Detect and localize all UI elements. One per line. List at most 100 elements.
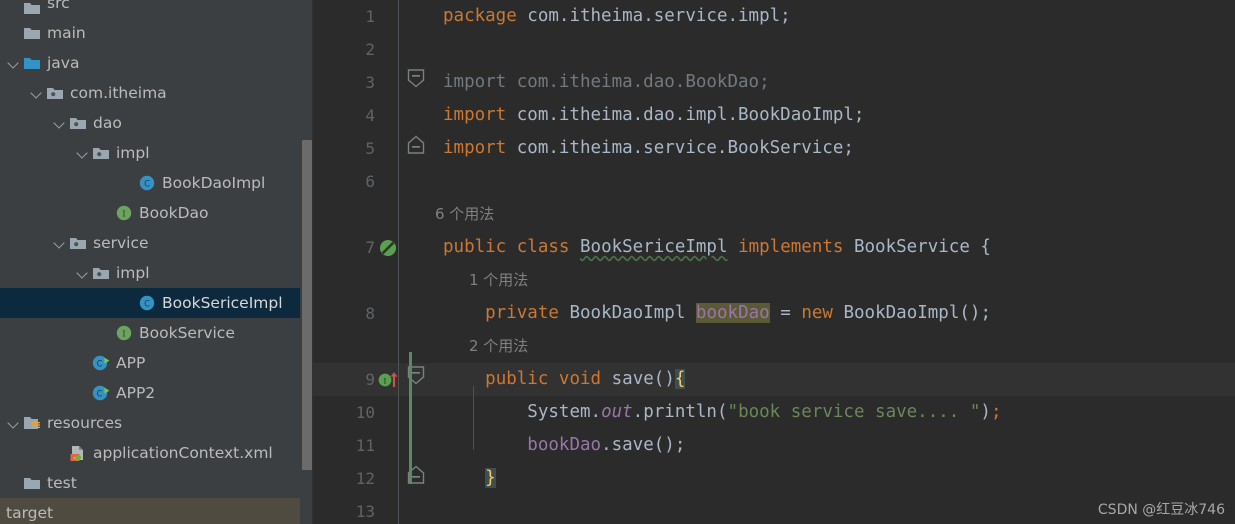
project-tree[interactable]: src main java com.itheima dao impl C BookDaoImp…: [0, 0, 313, 524]
tree-item-app[interactable]: C APP: [0, 348, 313, 378]
chevron-down-icon[interactable]: [52, 235, 68, 251]
tree-item-target[interactable]: target: [0, 498, 313, 524]
chevron-down-icon[interactable]: [6, 415, 22, 431]
gutter-line-7[interactable]: 7: [313, 231, 405, 264]
fold-marker-end[interactable]: [405, 132, 435, 165]
implementing-method-icon[interactable]: I: [377, 369, 403, 391]
project-tree-panel[interactable]: src main java com.itheima dao impl C BookDaoImp…: [0, 0, 313, 524]
gutter-line-1[interactable]: 1: [313, 0, 405, 33]
chevron-down-icon[interactable]: [75, 145, 91, 161]
editor-line-11[interactable]: 11 bookDao.save();: [313, 429, 1235, 462]
fold-marker-none: [405, 231, 435, 264]
code-editor[interactable]: 1 package com.itheima.service.impl; 2 3 impo…: [313, 0, 1235, 524]
gutter-line-11[interactable]: 11: [313, 429, 405, 462]
line-number: 3: [365, 73, 375, 92]
tree-item-dao[interactable]: dao: [0, 108, 313, 138]
inlay-usage-hint[interactable]: 1 个用法: [313, 264, 1235, 297]
sp: [833, 303, 844, 323]
editor-line-10[interactable]: 10 System.out.println("book service save…: [313, 396, 1235, 429]
editor-line-5[interactable]: 5 import com.itheima.service.BookService;: [313, 132, 1235, 165]
tree-item-impl[interactable]: impl: [0, 138, 313, 168]
line-content: public void save(){: [435, 363, 1235, 396]
editor-line-3[interactable]: 3 import com.itheima.dao.BookDao;: [313, 66, 1235, 99]
inlay-usage-hint[interactable]: 6 个用法: [313, 198, 1235, 231]
chevron-down-icon[interactable]: [52, 115, 68, 131]
kw-import: import: [443, 105, 507, 125]
gutter-line-6[interactable]: 6: [313, 165, 405, 198]
method-name: save: [611, 369, 654, 389]
editor-line-9[interactable]: 9I public void save(){: [313, 363, 1235, 396]
tree-item-bookdaoimpl[interactable]: C BookDaoImpl: [0, 168, 313, 198]
import-bookservice: com.itheima.service.BookService;: [506, 138, 854, 158]
gutter-line-4[interactable]: 4: [313, 99, 405, 132]
dot: .: [632, 402, 644, 422]
line-number: 12: [355, 469, 375, 488]
gutter-line-2[interactable]: 2: [313, 33, 405, 66]
tree-item-bookdao[interactable]: I BookDao: [0, 198, 313, 228]
tree-item-test[interactable]: test: [0, 468, 313, 498]
tree-item-app2[interactable]: C APP2: [0, 378, 313, 408]
editor-line-2[interactable]: 2: [313, 33, 1235, 66]
gutter-line-13[interactable]: 13: [313, 495, 405, 524]
editor-line-1[interactable]: 1 package com.itheima.service.impl;: [313, 0, 1235, 33]
gutter-line-8[interactable]: 8: [313, 297, 405, 330]
tree-item-label: service: [93, 234, 149, 252]
tree-item-label: BookDaoImpl: [162, 174, 266, 192]
matched-close-brace: }: [485, 468, 496, 488]
tree-item-service[interactable]: service: [0, 228, 313, 258]
changed-lines-marker[interactable]: [409, 352, 412, 484]
sp: [601, 369, 612, 389]
gutter-icon-empty: [377, 72, 403, 94]
tree-item-booksericeimpl[interactable]: C BookSericeImpl: [0, 288, 313, 318]
gutter-line-3[interactable]: 3: [313, 66, 405, 99]
editor-line-8[interactable]: 8 private BookDaoImpl bookDao = new Book…: [313, 297, 1235, 330]
sp: [728, 237, 739, 257]
tree-item-label: APP2: [116, 384, 156, 402]
editor-line-12[interactable]: 12 }: [313, 462, 1235, 495]
editor-line-6[interactable]: 6: [313, 165, 1235, 198]
folder-package: [91, 143, 111, 163]
field-name-highlighted: bookDao: [695, 303, 770, 323]
chevron-down-icon[interactable]: [29, 85, 45, 101]
gutter-line-12[interactable]: 12: [313, 462, 405, 495]
chevron-down-icon[interactable]: [6, 55, 22, 71]
class-name: BookSericeImpl: [580, 237, 728, 257]
csdn-watermark: CSDN @红豆冰746: [1097, 502, 1225, 518]
tree-item-label: impl: [116, 264, 150, 282]
tree-item-bookservice[interactable]: I BookService: [0, 318, 313, 348]
semicolon: ;: [990, 402, 1002, 422]
inlay-usage-hint[interactable]: 2 个用法: [313, 330, 1235, 363]
tree-item-impl[interactable]: impl: [0, 258, 313, 288]
gutter-icon-empty: [377, 303, 403, 325]
line-number: 13: [355, 502, 375, 521]
tree-item-com-itheima[interactable]: com.itheima: [0, 78, 313, 108]
fold-marker-none: [405, 0, 435, 33]
svg-text:C: C: [97, 359, 103, 369]
editor-line-13[interactable]: 13: [313, 495, 1235, 524]
tree-item-java[interactable]: java: [0, 48, 313, 78]
editor-line-4[interactable]: 4 import com.itheima.dao.impl.BookDaoImpl…: [313, 99, 1235, 132]
fold-marker-collapse[interactable]: [405, 66, 435, 99]
sp: [559, 303, 570, 323]
svg-text:C: C: [144, 179, 150, 189]
line-content: public class BookSericeImpl implements B…: [435, 231, 1235, 264]
run-class-icon[interactable]: [377, 237, 403, 259]
sidebar-scrollbar-thumb[interactable]: [302, 140, 312, 470]
gutter-line-9[interactable]: 9I: [313, 363, 405, 396]
open-paren: (: [716, 402, 728, 422]
tree-item-resources[interactable]: resources: [0, 408, 313, 438]
tree-item-src[interactable]: src: [0, 0, 313, 18]
line-number: 2: [365, 40, 375, 59]
import-bookdaoimpl: com.itheima.dao.impl.BookDaoImpl;: [506, 105, 865, 125]
tree-item-main[interactable]: main: [0, 18, 313, 48]
line-content: System.out.println("book service save...…: [435, 396, 1235, 429]
kw-class: class: [516, 237, 570, 257]
gutter-line-5[interactable]: 5: [313, 132, 405, 165]
chevron-down-icon[interactable]: [75, 265, 91, 281]
gutter-line-10[interactable]: 10: [313, 396, 405, 429]
tree-item-applicationcontext-xml[interactable]: < applicationContext.xml: [0, 438, 313, 468]
fold-column: [405, 264, 435, 297]
fold-marker-none: [405, 33, 435, 66]
editor-lines[interactable]: 1 package com.itheima.service.impl; 2 3 impo…: [313, 0, 1235, 524]
editor-line-7[interactable]: 7 public class BookSericeImpl implements …: [313, 231, 1235, 264]
